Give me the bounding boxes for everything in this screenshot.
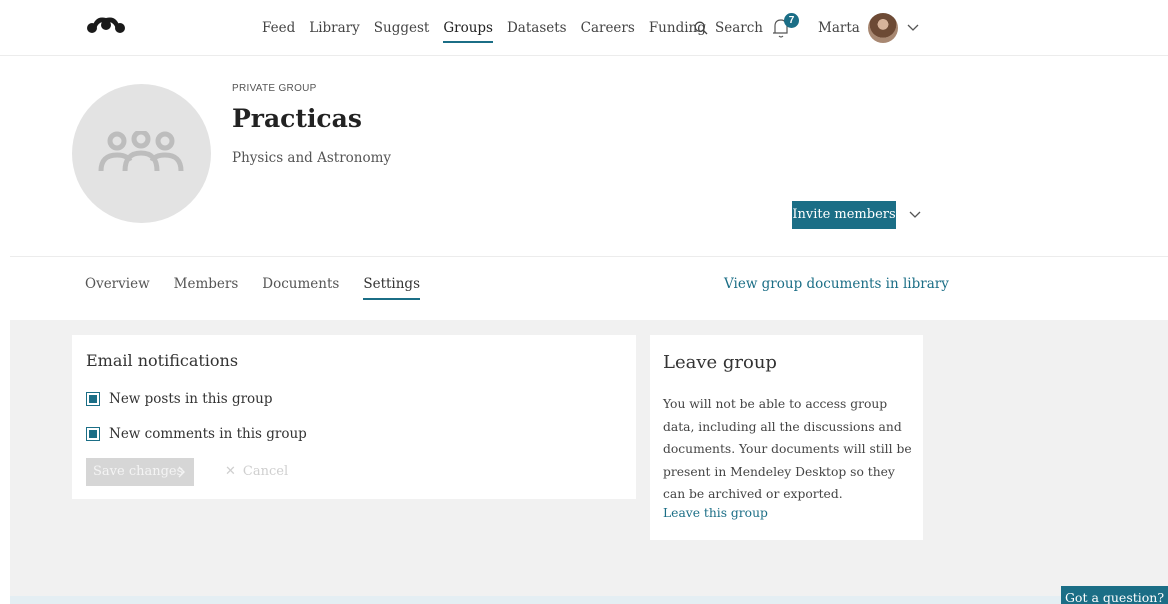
group-type-label: PRIVATE GROUP [232, 83, 317, 94]
tab-members[interactable]: Members [174, 268, 239, 300]
tab-overview[interactable]: Overview [85, 268, 150, 300]
save-changes-label: Save changes [93, 464, 184, 479]
chevron-right-icon [178, 466, 185, 478]
search-icon [694, 21, 708, 35]
group-people-icon [98, 131, 184, 172]
nav-item-feed[interactable]: Feed [262, 0, 295, 56]
close-icon: ✕ [225, 464, 236, 479]
new-comments-label: New comments in this group [109, 426, 307, 442]
email-notifications-title: Email notifications [86, 351, 239, 370]
notification-count-badge: 7 [784, 13, 799, 28]
invite-options-chevron-icon[interactable] [907, 207, 923, 223]
nav-item-datasets[interactable]: Datasets [507, 0, 567, 56]
invite-members-button[interactable]: Invite members [792, 201, 896, 229]
header-divider [10, 256, 1168, 257]
user-name: Marta [818, 20, 860, 36]
help-button[interactable]: Got a question? [1061, 586, 1168, 604]
page-title: Practicas [232, 104, 362, 133]
user-menu[interactable]: Marta [818, 12, 920, 44]
cancel-label: Cancel [242, 464, 289, 479]
group-avatar [72, 84, 211, 223]
tab-settings[interactable]: Settings [363, 268, 420, 300]
nav-item-suggest[interactable]: Suggest [374, 0, 430, 56]
notifications-button[interactable]: 7 [770, 13, 800, 42]
view-library-link[interactable]: View group documents in library [724, 276, 949, 292]
new-posts-label: New posts in this group [109, 391, 273, 407]
group-tabs: Overview Members Documents Settings [85, 268, 444, 304]
new-posts-checkbox[interactable] [86, 392, 100, 406]
search-label: Search [715, 20, 763, 36]
avatar [867, 13, 898, 43]
option-new-posts[interactable]: New posts in this group [86, 391, 273, 407]
leave-group-title: Leave group [663, 352, 777, 373]
chevron-down-icon [907, 24, 919, 31]
save-changes-button[interactable]: Save changes [86, 458, 194, 486]
tab-documents[interactable]: Documents [262, 268, 339, 300]
top-navigation: Feed Library Suggest Groups Datasets Car… [0, 0, 1168, 56]
nav-item-library[interactable]: Library [309, 0, 360, 56]
leave-group-description: You will not be able to access group dat… [663, 397, 912, 501]
main-nav: Feed Library Suggest Groups Datasets Car… [262, 0, 720, 56]
mendeley-logo-icon[interactable] [86, 12, 126, 36]
new-comments-checkbox[interactable] [86, 427, 100, 441]
group-discipline: Physics and Astronomy [232, 150, 392, 166]
nav-item-careers[interactable]: Careers [581, 0, 635, 56]
option-new-comments[interactable]: New comments in this group [86, 426, 307, 442]
search-button[interactable]: Search [694, 0, 763, 56]
cancel-button[interactable]: ✕ Cancel [225, 458, 288, 486]
nav-item-groups[interactable]: Groups [443, 0, 493, 56]
leave-group-link[interactable]: Leave this group [663, 506, 768, 520]
footer-strip [10, 596, 1168, 604]
